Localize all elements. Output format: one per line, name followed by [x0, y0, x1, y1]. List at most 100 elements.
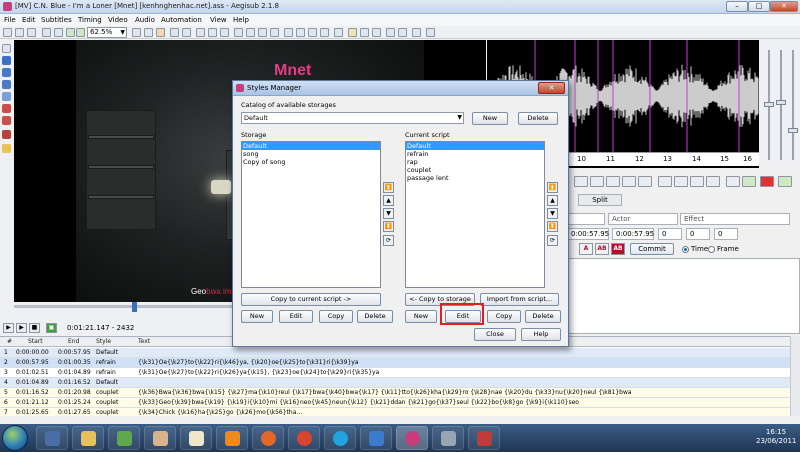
options-icon[interactable] — [398, 28, 407, 37]
dialog-close-icon[interactable]: ✕ — [538, 82, 565, 94]
taskbar-app-red[interactable] — [468, 426, 500, 450]
import-from-script-button[interactable]: Import from script... — [480, 293, 559, 306]
table-row[interactable]: 7 0:01:25.65 0:01:27.65 couplet {\k34}Chick … — [0, 408, 790, 416]
commit-button[interactable]: Commit — [630, 243, 674, 255]
taskbar-chrome[interactable] — [288, 426, 320, 450]
play-line-icon[interactable] — [622, 176, 636, 187]
subtitle-text-editor[interactable] — [567, 258, 800, 334]
replace-icon[interactable] — [182, 28, 191, 37]
next-line-icon[interactable] — [590, 176, 604, 187]
taskbar-app-green[interactable] — [108, 426, 140, 450]
attachments-icon[interactable] — [220, 28, 229, 37]
commit-icon[interactable] — [726, 176, 740, 187]
storage-copy-button[interactable]: Copy — [319, 310, 353, 323]
vertical-zoom-slider[interactable] — [780, 50, 782, 160]
catalog-dropdown[interactable]: Default ▼ — [241, 112, 464, 124]
play-start-icon[interactable] — [690, 176, 704, 187]
timing-processor-icon[interactable] — [258, 28, 267, 37]
play-line-icon[interactable]: ▶ — [16, 323, 27, 333]
menu-timing[interactable]: Timing — [78, 16, 102, 24]
seek-thumb[interactable] — [132, 302, 137, 312]
move-up-icon[interactable]: ▲ — [383, 195, 394, 206]
realtime-icon[interactable] — [2, 130, 11, 139]
snap-icon[interactable] — [156, 28, 165, 37]
volume-slider[interactable] — [792, 50, 794, 160]
menu-help[interactable]: Help — [233, 16, 249, 24]
jump-icon[interactable] — [54, 28, 63, 37]
subtitles-time-icon[interactable] — [308, 28, 317, 37]
auto-commit-icon[interactable] — [760, 176, 774, 187]
maximize-button[interactable]: □ — [748, 1, 770, 12]
taskbar-notes[interactable] — [180, 426, 212, 450]
menu-view[interactable]: View — [210, 16, 227, 24]
help-button[interactable]: Help — [521, 328, 561, 341]
menu-audio[interactable]: Audio — [135, 16, 155, 24]
start-time-field[interactable]: 0:00:57.95 — [567, 228, 609, 240]
current-copy-button[interactable]: Copy — [487, 310, 521, 323]
taskbar-skype[interactable] — [324, 426, 356, 450]
close-button[interactable]: Close — [474, 328, 516, 341]
margin-right-field[interactable]: 0 — [714, 228, 738, 240]
move-up-icon[interactable]: ▲ — [547, 195, 558, 206]
open-translation-assistant-icon[interactable] — [196, 28, 205, 37]
auto-scroll-icon[interactable] — [778, 176, 792, 187]
current-item-passage-lent[interactable]: passage lent — [406, 174, 544, 182]
open-video-icon[interactable] — [42, 28, 51, 37]
stop-icon[interactable]: ■ — [29, 323, 40, 333]
clip-icon[interactable] — [2, 104, 11, 113]
bold-button[interactable]: A — [579, 243, 593, 255]
resample-icon[interactable] — [246, 28, 255, 37]
find-icon[interactable] — [170, 28, 179, 37]
table-row[interactable]: 2 0:00:57.95 0:01:00.35 refrain {\k31}Oe{\k2… — [0, 358, 790, 368]
video-time-display[interactable]: 0:01:21.147 - 2432 — [67, 323, 207, 333]
menu-subtitles[interactable]: Subtitles — [41, 16, 72, 24]
move-to-bottom-icon[interactable]: ⏬ — [547, 221, 558, 232]
rotate-xy-icon[interactable] — [2, 80, 11, 89]
copy-to-current-button[interactable]: Copy to current script -> — [241, 293, 381, 306]
slider-thumb[interactable] — [776, 100, 786, 105]
table-row[interactable]: 4 0:01:04.89 0:01:16.52 Default — [0, 378, 790, 388]
new-catalog-button[interactable]: New — [472, 112, 508, 125]
storage-edit-button[interactable]: Edit — [279, 310, 313, 323]
new-file-icon[interactable] — [3, 28, 12, 37]
storage-new-button[interactable]: New — [241, 310, 273, 323]
taskbar-media[interactable] — [144, 426, 176, 450]
table-row[interactable]: 3 0:01:02.51 0:01:04.89 refrain {\k31}Oe{\k2… — [0, 368, 790, 378]
storage-delete-button[interactable]: Delete — [357, 310, 393, 323]
effect-field[interactable]: Effect — [680, 213, 790, 225]
close-window-button[interactable]: ✕ — [770, 1, 798, 12]
menu-file[interactable]: File — [4, 16, 16, 24]
move-to-bottom-icon[interactable]: ⏬ — [383, 221, 394, 232]
menu-video[interactable]: Video — [108, 16, 128, 24]
automation-icon[interactable] — [386, 28, 395, 37]
taskbar-app-blue[interactable] — [360, 426, 392, 450]
menu-automation[interactable]: Automation — [161, 16, 202, 24]
storage-item-default[interactable]: Default — [242, 142, 380, 150]
taskbar-aegisub[interactable] — [396, 426, 428, 450]
styles-manager-icon[interactable] — [296, 28, 305, 37]
move-down-icon[interactable]: ▼ — [383, 208, 394, 219]
current-script-list[interactable]: Default refrain rap couplet passage lent — [405, 141, 545, 288]
current-item-refrain[interactable]: refrain — [406, 150, 544, 158]
move-to-top-icon[interactable]: ⏫ — [547, 182, 558, 193]
table-row[interactable]: 1 0:00:00.00 0:00:57.95 Default — [0, 348, 790, 358]
taskbar-vlc[interactable] — [216, 426, 248, 450]
properties-icon[interactable] — [208, 28, 217, 37]
taskbar-app[interactable] — [432, 426, 464, 450]
sort-icon[interactable]: ⟳ — [547, 235, 558, 246]
start-button[interactable] — [2, 425, 28, 451]
open-file-icon[interactable] — [15, 28, 24, 37]
split-tab[interactable]: Split — [578, 194, 622, 206]
help-icon[interactable] — [426, 28, 435, 37]
style-field[interactable] — [567, 213, 605, 225]
taskbar-firefox[interactable] — [252, 426, 284, 450]
audio-icon[interactable] — [360, 28, 369, 37]
rotate-z-icon[interactable] — [2, 68, 11, 77]
grid-scrollbar[interactable] — [790, 336, 800, 416]
taskbar-folder[interactable] — [72, 426, 104, 450]
standard-tool-icon[interactable] — [2, 44, 11, 53]
italic-button[interactable]: AB — [595, 243, 609, 255]
margin-left-field[interactable]: 0 — [686, 228, 710, 240]
table-row[interactable]: 5 0:01:16.52 0:01:20.98 couplet {\k36}Bwa{\k… — [0, 388, 790, 398]
save-file-icon[interactable] — [27, 28, 36, 37]
